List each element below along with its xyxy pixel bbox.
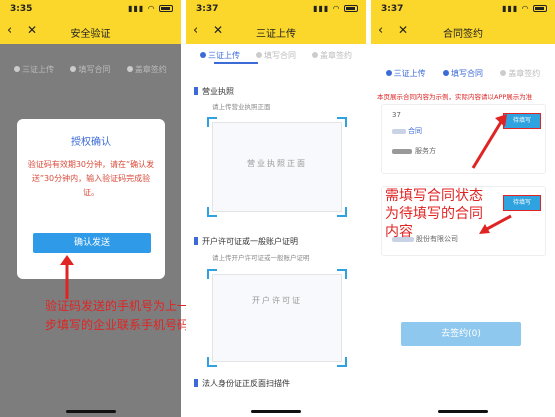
step-indicator: 三证上传 填写合同 盖章签约: [0, 60, 181, 78]
step-underline: [214, 62, 258, 64]
pending-fill-button[interactable]: 待填写: [503, 195, 541, 211]
step-dot-icon: [256, 52, 262, 58]
step-dot-icon: [385, 70, 392, 76]
redacted-text: [392, 129, 406, 134]
nav-bar: ‹ ✕ 安全验证: [0, 18, 181, 44]
status-time: 3:35: [10, 4, 33, 14]
status-bar: 3:37 ▮▮▮ ◠: [186, 0, 366, 18]
step-dot-icon: [200, 52, 206, 58]
section-hint: 请上传开户许可证或一般账户证明: [212, 254, 310, 262]
screen-contract-sign: 3:37 ▮▮▮ ◠ ‹ ✕ 合同签约 三证上传 填写合同 盖章签约 本页展示合…: [371, 0, 555, 417]
contract-party: 服务方: [415, 147, 436, 155]
step-2: 填写合同: [442, 68, 483, 82]
annotation-arrow-icon: [60, 255, 74, 299]
card-label: 营业执照正面: [247, 159, 307, 168]
step-3: 盖章签约: [126, 64, 167, 78]
contract-name: 合同: [408, 127, 422, 135]
step-indicator: 三证上传 填写合同 盖章签约: [371, 64, 555, 82]
upload-business-license[interactable]: 营业执照正面: [207, 117, 347, 217]
annotation-phone-note: 验证码发送的手机号为上一步填写的企业联系手机号码: [45, 299, 190, 332]
section-hint: 请上传营业执照正面: [212, 103, 271, 111]
confirm-send-button[interactable]: 确认发送: [33, 233, 151, 253]
signal-wifi-battery-icon: ▮▮▮ ◠: [128, 4, 173, 13]
redacted-text: [392, 149, 412, 154]
step-3: 盖章签约: [500, 68, 540, 82]
home-indicator: [65, 410, 116, 413]
step-2: 填写合同: [70, 64, 110, 78]
page-title: 安全验证: [70, 29, 111, 40]
screen-upload-docs: 3:37 ▮▮▮ ◠ ‹ ✕ 三证上传 三证上传 填写合同 盖章签约 营业执照 …: [186, 0, 366, 417]
contract-note: 本页展示合同内容为示例，实际内容请以APP展示为准: [377, 93, 533, 101]
step-1: 三证上传: [385, 68, 426, 82]
status-time: 3:37: [381, 4, 404, 14]
nav-bar: ‹ ✕ 合同签约: [371, 18, 555, 44]
section-account-permit: 开户许可证或一般账户证明: [194, 236, 298, 247]
annotation-fill-note: 需填写合同状态为待填写的合同内容: [385, 188, 483, 240]
section-business-license: 营业执照: [194, 86, 234, 97]
annotation-arrow-icon: [471, 114, 507, 169]
dialog-message: 验证码有效期30分钟，请在“确认发送”30分钟内，输入验证码完成验证。: [27, 160, 155, 197]
contract-card-1[interactable]: 待填写 37 合同 服务方: [381, 104, 546, 174]
step-3: 盖章签约: [312, 50, 352, 64]
status-time: 3:37: [196, 4, 219, 14]
status-bar: 3:35 ▮▮▮ ◠: [0, 0, 181, 18]
step-dot-icon: [126, 66, 133, 72]
step-2: 填写合同: [256, 50, 296, 64]
upload-account-permit[interactable]: 开户许可证: [207, 269, 347, 367]
section-id-scan: 法人身份证正反面扫描件: [194, 378, 290, 389]
contract-id: 37: [392, 111, 401, 119]
step-1: 三证上传: [14, 64, 54, 78]
step-indicator: 三证上传 填写合同 盖章签约: [186, 46, 366, 64]
sign-button[interactable]: 去签约(0): [401, 322, 521, 346]
auth-confirm-dialog: 授权确认 验证码有效期30分钟，请在“确认发送”30分钟内，输入验证码完成验证。…: [17, 119, 165, 279]
nav-bar: ‹ ✕ 三证上传: [186, 18, 366, 44]
page-title: 三证上传: [256, 29, 296, 40]
page-title: 合同签约: [443, 29, 483, 40]
step-dot-icon: [442, 70, 449, 76]
home-indicator: [438, 410, 488, 413]
step-dot-icon: [500, 70, 507, 76]
dialog-title: 授权确认: [71, 137, 111, 148]
card-label: 开户许可证: [252, 296, 302, 305]
signal-wifi-battery-icon: ▮▮▮ ◠: [502, 4, 547, 13]
signal-wifi-battery-icon: ▮▮▮ ◠: [313, 4, 358, 13]
step-dot-icon: [14, 66, 21, 72]
status-bar: 3:37 ▮▮▮ ◠: [371, 0, 555, 18]
step-dot-icon: [70, 66, 77, 72]
home-indicator: [251, 410, 301, 413]
screen-security-verify: 3:35 ▮▮▮ ◠ ‹ ✕ 安全验证 三证上传 填写合同 盖章签约 授权确认 …: [0, 0, 181, 417]
step-dot-icon: [312, 52, 318, 58]
